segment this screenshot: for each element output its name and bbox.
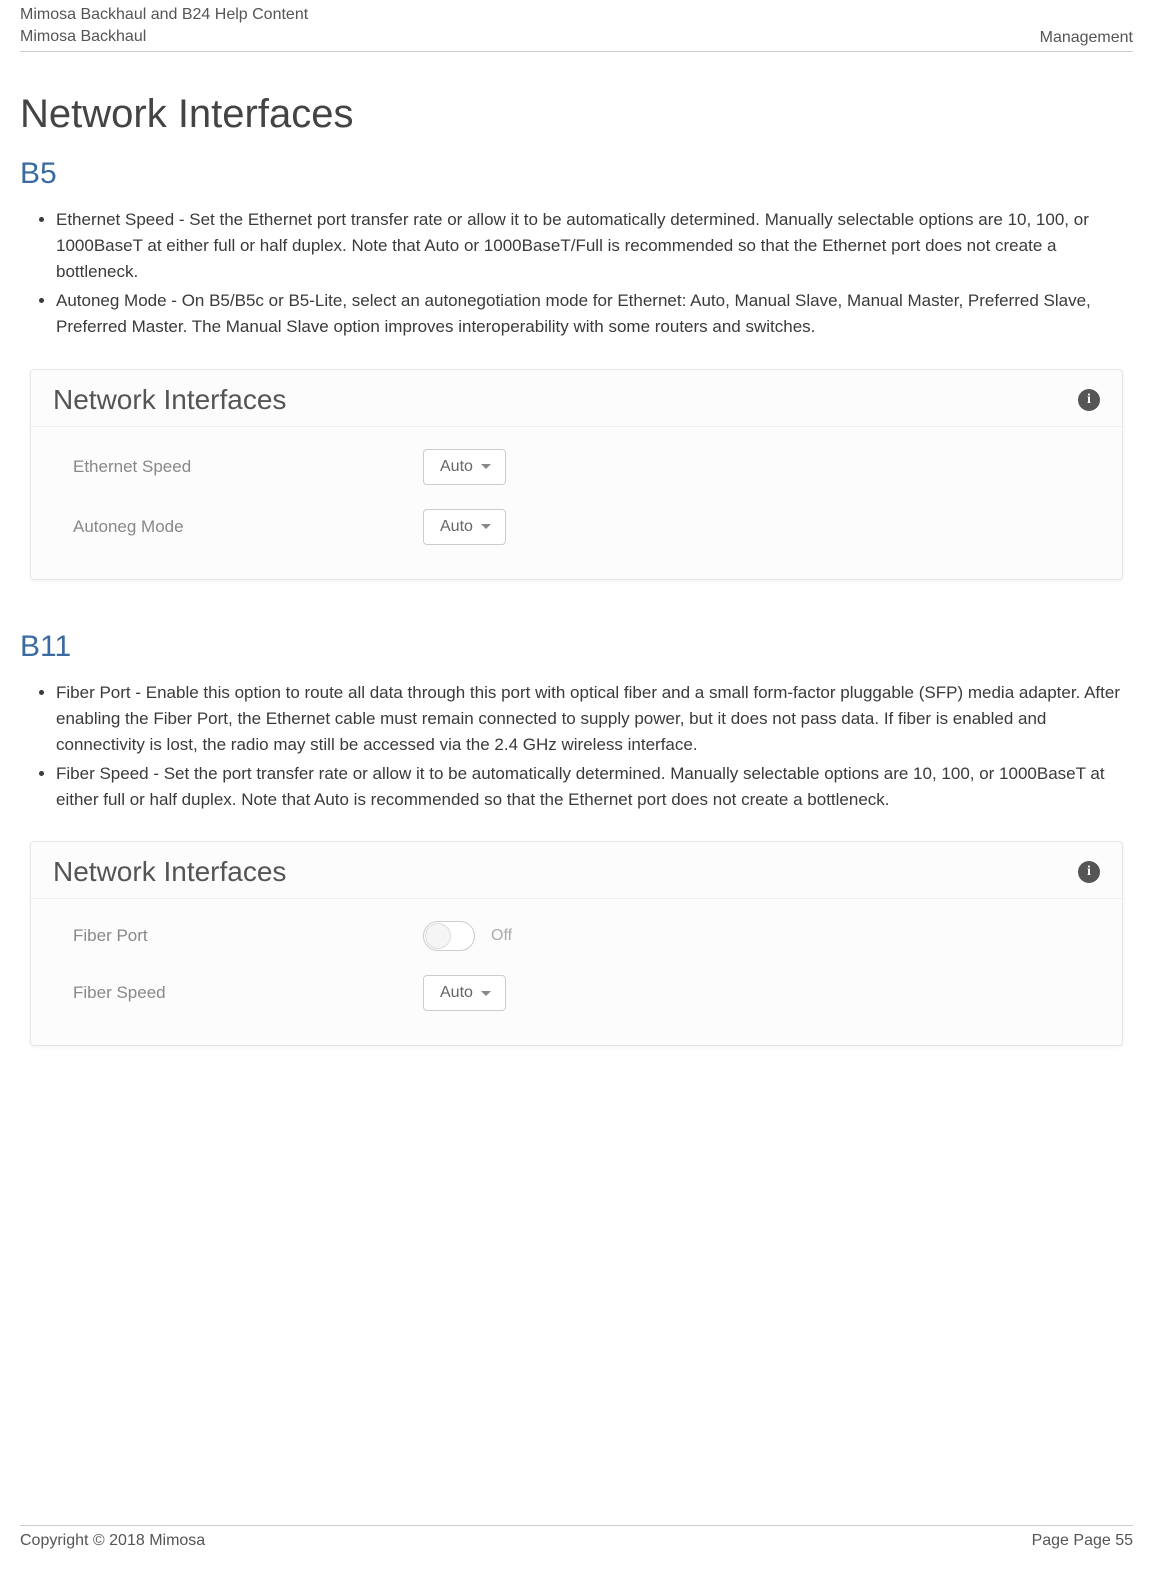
doc-footer: Copyright © 2018 Mimosa Page Page 55 [20,1517,1133,1550]
row-ethernet-speed: Ethernet Speed Auto [53,437,1100,497]
page-title: Network Interfaces [20,92,1133,137]
section-title-b11: B11 [20,630,1133,664]
row-autoneg-mode: Autoneg Mode Auto [53,497,1100,557]
doc-title-line1: Mimosa Backhaul and B24 Help Content [20,4,308,26]
fiber-port-state: Off [491,927,512,945]
ethernet-speed-dropdown[interactable]: Auto [423,449,506,485]
fiber-speed-dropdown[interactable]: Auto [423,975,506,1011]
b11-list: Fiber Port - Enable this option to route… [20,680,1133,814]
footer-separator [20,1525,1133,1526]
chevron-down-icon [481,524,491,529]
autoneg-mode-dropdown[interactable]: Auto [423,509,506,545]
row-fiber-port: Fiber Port Off [53,909,1100,963]
label-ethernet-speed: Ethernet Speed [53,457,423,477]
doc-header: Mimosa Backhaul and B24 Help Content Mim… [20,4,1133,49]
chevron-down-icon [481,991,491,996]
fiber-port-toggle[interactable] [423,921,475,951]
fiber-speed-value: Auto [440,984,473,1002]
label-autoneg-mode: Autoneg Mode [53,517,423,537]
ethernet-speed-value: Auto [440,458,473,476]
b5-panel: Network Interfaces i Ethernet Speed Auto… [30,369,1123,580]
chevron-down-icon [481,464,491,469]
toggle-knob [425,923,451,949]
copyright: Copyright © 2018 Mimosa [20,1532,205,1550]
b11-panel-title: Network Interfaces [53,856,286,888]
label-fiber-port: Fiber Port [53,926,423,946]
b11-item-fiber-port: Fiber Port - Enable this option to route… [56,680,1133,759]
b5-panel-title: Network Interfaces [53,384,286,416]
doc-section-label: Management [1040,28,1133,49]
b5-item-autoneg-mode: Autoneg Mode - On B5/B5c or B5-Lite, sel… [56,288,1133,341]
header-separator [20,51,1133,52]
row-fiber-speed: Fiber Speed Auto [53,963,1100,1023]
b11-panel: Network Interfaces i Fiber Port Off Fibe… [30,841,1123,1046]
info-icon[interactable]: i [1078,389,1100,411]
label-fiber-speed: Fiber Speed [53,983,423,1003]
info-icon[interactable]: i [1078,861,1100,883]
section-title-b5: B5 [20,157,1133,191]
autoneg-mode-value: Auto [440,518,473,536]
page-number: Page Page 55 [1032,1532,1133,1550]
b5-item-ethernet-speed: Ethernet Speed - Set the Ethernet port t… [56,207,1133,286]
doc-title-line2: Mimosa Backhaul [20,26,308,48]
b5-list: Ethernet Speed - Set the Ethernet port t… [20,207,1133,341]
b11-item-fiber-speed: Fiber Speed - Set the port transfer rate… [56,761,1133,814]
